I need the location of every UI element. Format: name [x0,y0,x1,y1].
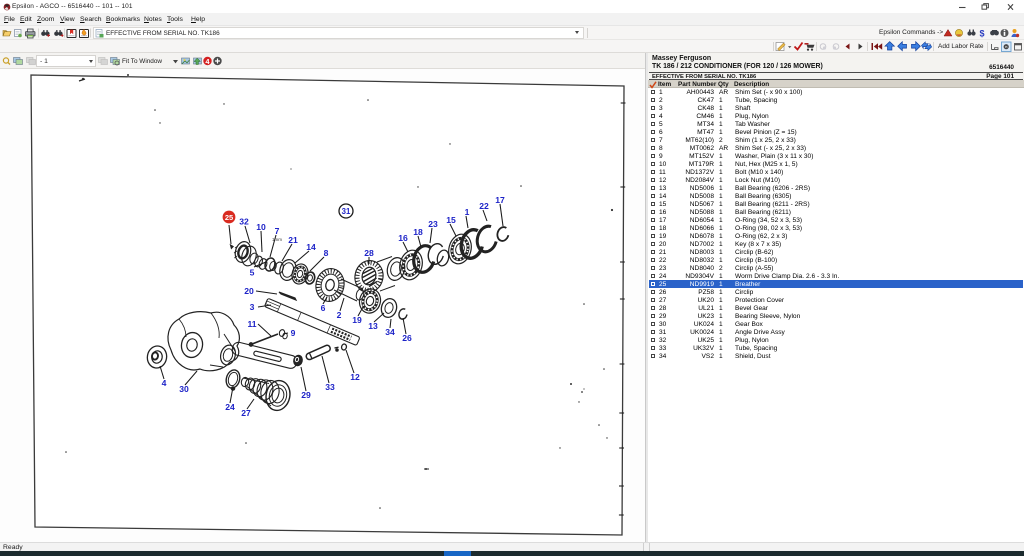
svg-text:7: 7 [275,226,280,236]
svg-text:16: 16 [398,233,408,243]
svg-text:27: 27 [241,408,251,418]
svg-text:28: 28 [364,248,374,258]
svg-text:2: 2 [337,310,342,320]
svg-text:30: 30 [179,384,189,394]
svg-text:$: $ [980,29,985,39]
svg-text:19: 19 [352,315,362,325]
svg-text:25: 25 [225,213,233,222]
svg-text:34: 34 [385,327,395,337]
svg-text:3: 3 [250,302,255,312]
svg-text:9: 9 [291,328,296,338]
svg-text:33: 33 [325,382,335,392]
svg-text:17: 17 [495,195,505,205]
svg-text:15: 15 [446,215,456,225]
svg-text:8: 8 [324,248,329,258]
svg-text:1mm: 1mm [272,237,282,242]
svg-text:13: 13 [368,321,378,331]
svg-text:22: 22 [479,201,489,211]
svg-text:4: 4 [162,378,167,388]
svg-text:18: 18 [413,227,423,237]
svg-text:20: 20 [244,286,254,296]
svg-text:24: 24 [225,402,235,412]
svg-text:14: 14 [306,242,316,252]
svg-text:26: 26 [402,333,412,343]
svg-text:6: 6 [321,303,326,313]
svg-text:12: 12 [350,372,360,382]
svg-text:23: 23 [428,219,438,229]
svg-text:5: 5 [250,268,255,278]
svg-text:21: 21 [288,235,298,245]
svg-text:29: 29 [301,390,311,400]
svg-text:11: 11 [247,319,256,329]
svg-text:31: 31 [342,207,351,216]
svg-text:1: 1 [465,207,470,217]
svg-text:10: 10 [256,222,266,232]
svg-text:32: 32 [239,217,249,227]
